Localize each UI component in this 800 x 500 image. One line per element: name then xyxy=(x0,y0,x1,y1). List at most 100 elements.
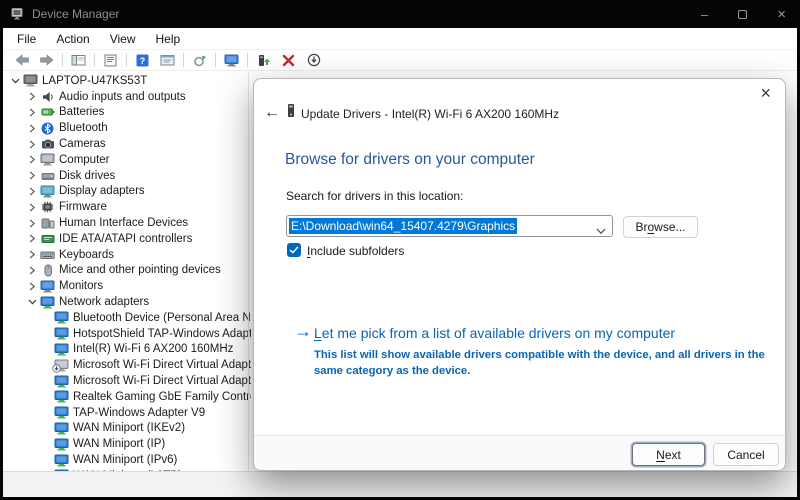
monitor-icon xyxy=(39,280,56,293)
chevron-down-icon[interactable] xyxy=(596,222,606,237)
tree-item[interactable]: Disk drives xyxy=(3,168,251,184)
back-icon[interactable] xyxy=(9,51,34,70)
tree-item[interactable]: Monitors xyxy=(3,278,251,294)
firmware-icon xyxy=(39,201,56,213)
dialog-heading: Browse for drivers on your computer xyxy=(285,151,535,169)
tree-item[interactable]: Microsoft Wi-Fi Direct Virtual Adapter xyxy=(3,357,251,373)
chevron-down-icon[interactable] xyxy=(8,77,22,85)
minimize-icon[interactable]: – xyxy=(701,8,708,21)
include-subfolders-label[interactable]: Include subfolders xyxy=(307,244,404,258)
audio-icon xyxy=(39,91,56,103)
dialog-title: Update Drivers - Intel(R) Wi-Fi 6 AX200 … xyxy=(301,107,559,121)
window-title: Device Manager xyxy=(32,7,119,21)
tree-item[interactable]: Bluetooth Device (Personal Area Network) xyxy=(3,310,251,326)
chevron-right-icon[interactable] xyxy=(25,219,39,228)
forward-icon[interactable] xyxy=(34,51,59,70)
driver-path-combobox[interactable]: E:\Download\win64_15407.4279\Graphics xyxy=(286,215,613,237)
cancel-button[interactable]: Cancel xyxy=(713,443,779,466)
properties-icon[interactable] xyxy=(98,51,123,70)
tree-item-label: Bluetooth xyxy=(59,122,108,134)
chevron-right-icon[interactable] xyxy=(25,266,39,275)
disable-device-icon[interactable] xyxy=(301,51,326,70)
tree-item[interactable]: LAPTOP-U47KS53T xyxy=(3,73,251,89)
tree-item[interactable]: Computer xyxy=(3,152,251,168)
tree-item-label: Computer xyxy=(59,154,110,166)
chevron-right-icon[interactable] xyxy=(25,250,39,259)
chevron-right-icon[interactable] xyxy=(25,108,39,117)
toolbar-separator xyxy=(94,53,95,67)
tree-item-label: Microsoft Wi-Fi Direct Virtual Adapter xyxy=(73,375,251,387)
tree-item-label: Audio inputs and outputs xyxy=(59,91,186,103)
netadapter-icon xyxy=(53,327,70,340)
scan-hardware-icon[interactable] xyxy=(187,51,212,70)
tree-item-label: Bluetooth Device (Personal Area Network) xyxy=(73,312,251,324)
chevron-right-icon[interactable] xyxy=(25,155,39,164)
tree-item[interactable]: WAN Miniport (IKEv2) xyxy=(3,421,251,437)
tree-item[interactable]: Human Interface Devices xyxy=(3,215,251,231)
menu-file[interactable]: File xyxy=(7,29,46,49)
netadapter-icon xyxy=(53,406,70,419)
tree-item-label: Network adapters xyxy=(59,296,149,308)
close-icon[interactable]: × xyxy=(777,7,786,22)
netadapter-icon xyxy=(53,375,70,388)
chevron-right-icon[interactable] xyxy=(25,203,39,212)
bluetooth-icon xyxy=(39,122,56,135)
svg-text:?: ? xyxy=(140,55,146,65)
chevron-down-icon[interactable] xyxy=(25,298,39,306)
tree-item[interactable]: Mice and other pointing devices xyxy=(3,263,251,279)
tree-item[interactable]: IDE ATA/ATAPI controllers xyxy=(3,231,251,247)
menu-action[interactable]: Action xyxy=(46,29,99,49)
let-me-pick-link[interactable]: Let me pick from a list of available dri… xyxy=(314,325,675,341)
console-tree-icon[interactable] xyxy=(66,51,91,70)
tree-item[interactable]: Cameras xyxy=(3,136,251,152)
menu-help[interactable]: Help xyxy=(146,29,191,49)
netadapter-icon xyxy=(53,390,70,403)
search-location-label: Search for drivers in this location: xyxy=(286,189,463,203)
tree-item[interactable]: Realtek Gaming GbE Family Controller xyxy=(3,389,251,405)
tree-item[interactable]: Microsoft Wi-Fi Direct Virtual Adapter xyxy=(3,373,251,389)
tree-item[interactable]: HotspotShield TAP-Windows Adapter xyxy=(3,326,251,342)
display-icon xyxy=(39,185,56,198)
tree-item-label: HotspotShield TAP-Windows Adapter xyxy=(73,328,251,340)
mouse-icon xyxy=(39,264,56,277)
chevron-right-icon[interactable] xyxy=(25,234,39,243)
tree-item[interactable]: Audio inputs and outputs xyxy=(3,89,251,105)
tree-item-label: WAN Miniport (IKEv2) xyxy=(73,422,185,434)
chevron-right-icon[interactable] xyxy=(25,187,39,196)
maximize-icon[interactable] xyxy=(738,10,747,19)
tree-item-label: WAN Miniport (IP) xyxy=(73,438,165,450)
chevron-right-icon[interactable] xyxy=(25,171,39,180)
tree-item-label: TAP-Windows Adapter V9 xyxy=(73,407,205,419)
tree-item-label: Human Interface Devices xyxy=(59,217,188,229)
chevron-right-icon[interactable] xyxy=(25,140,39,149)
dialog-close-icon[interactable]: × xyxy=(760,83,771,104)
browse-button[interactable]: Browse... xyxy=(623,216,698,238)
tree-item[interactable]: Firmware xyxy=(3,199,251,215)
tree-item[interactable]: TAP-Windows Adapter V9 xyxy=(3,405,251,421)
toolbar-separator xyxy=(126,53,127,67)
tree-item[interactable]: Display adapters xyxy=(3,184,251,200)
tree-item[interactable]: Batteries xyxy=(3,105,251,121)
tree-item-label: Realtek Gaming GbE Family Controller xyxy=(73,391,251,403)
chevron-right-icon[interactable] xyxy=(25,92,39,101)
tree-item[interactable]: Bluetooth xyxy=(3,120,251,136)
hid-icon xyxy=(39,217,56,229)
export-list-icon[interactable] xyxy=(155,51,180,70)
dialog-back-icon[interactable]: ← xyxy=(264,104,280,122)
include-subfolders-checkbox[interactable] xyxy=(287,243,301,257)
computer-mgmt-icon[interactable] xyxy=(219,51,244,70)
tree-item[interactable]: Keyboards xyxy=(3,247,251,263)
chevron-right-icon[interactable] xyxy=(25,124,39,133)
next-button[interactable]: Next xyxy=(632,443,705,466)
help-icon[interactable]: ? xyxy=(130,51,155,70)
chevron-right-icon[interactable] xyxy=(25,282,39,291)
tree-item[interactable]: Intel(R) Wi-Fi 6 AX200 160MHz xyxy=(3,342,251,358)
tree-item[interactable]: WAN Miniport (IP) xyxy=(3,436,251,452)
tree-item[interactable]: WAN Miniport (IPv6) xyxy=(3,452,251,468)
tree-item[interactable]: Network adapters xyxy=(3,294,251,310)
update-driver-icon[interactable] xyxy=(251,51,276,70)
menu-view[interactable]: View xyxy=(100,29,146,49)
battery-icon xyxy=(39,106,56,118)
uninstall-device-icon[interactable] xyxy=(276,51,301,70)
tree-item-label: Firmware xyxy=(59,201,107,213)
